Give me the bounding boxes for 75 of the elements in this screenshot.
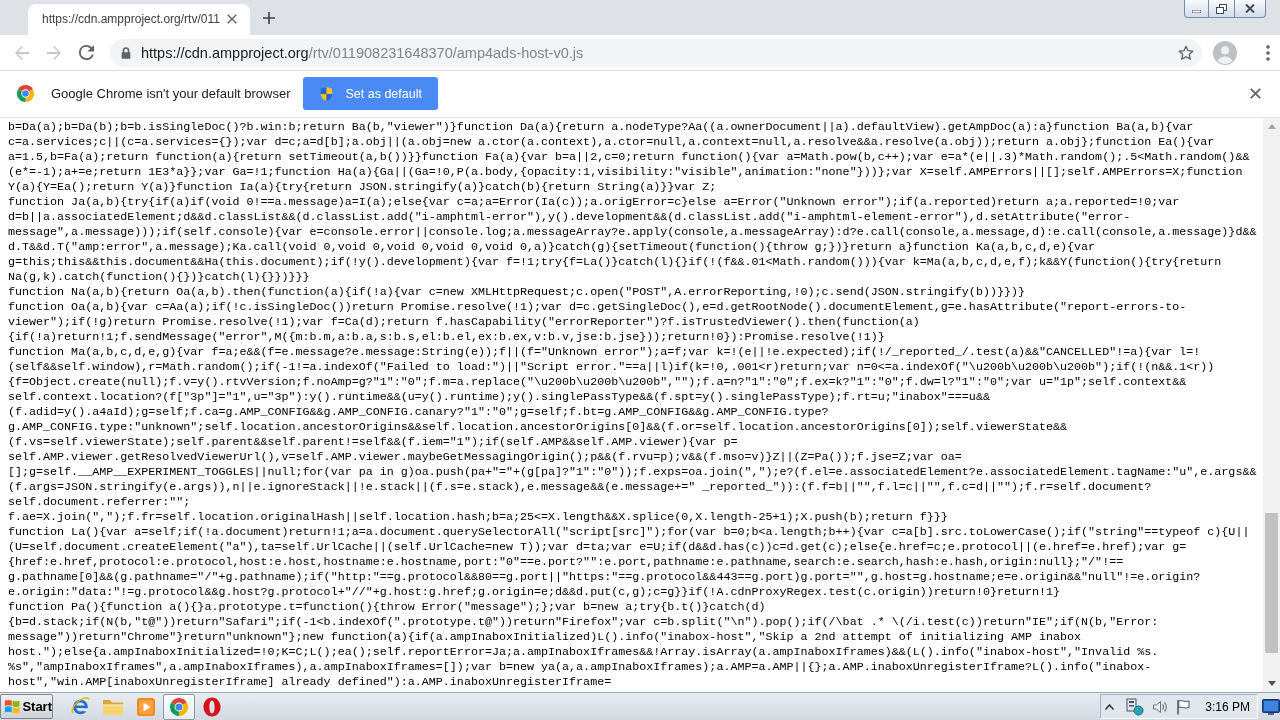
code-line: [];g=self.__AMP__EXPERIMENT_TOGGLES||null;for(var pa in g)oa.push(pa+"="+(g[pa]?"1":"0"));f.exps=oa.join(",");e?(f.el=e.associatedElement?e.associatedElement.tagName:"u",e.args&& <box>8 465 1257 480</box>
code-line: function Pa(){function a(){}a.prototype.t=function(){throw Error("message");};var b=new a;try{b.t()}catch(d) <box>8 600 766 615</box>
code-line: function La(){var a=self;if(!a.document)return!1;a=a.document.querySelectorAll("script[src]");for(var b=0;b<a.length;b++){var c=a[b].src.toLowerCase();if("string"==typeof c){U|| <box>8 525 1250 540</box>
code-line: Y(a){Y=Ea();return Y(a)}function Ia(a){try{return JSON.stringify(a)}catch(b){return String(a)}}var Z; <box>8 180 717 195</box>
infobar-message: Google Chrome isn't your default browser <box>51 86 291 101</box>
code-line: host.");else{a.ampInaboxInitialized=!0;K=C;L();ea();self.reportError=Ja;a.ampInaboxIframes&&!Array.isArray(a.ampInaboxIframes)&&(L().info("inabox-host","Invalid %s. <box>8 645 1159 660</box>
code-line: a=1.5,b=Fa(a);return function(a){return setTimeout(a,b())}}function Fa(a){var b=a||2,c=0;return function(){var a=Math.pow(b,c++);var e=a*(e||.3)*Math.random();.5<Math.random()&& <box>8 150 1250 165</box>
code-line: self.document.referrer:""; <box>8 495 191 510</box>
code-line: e.origin:"data:"!=g.protocol&&g.host?g.protocol+"//"+g.host:g.href;g.origin=e;d&&d.put(c,g);c=g}}if(!A.cdnProxyRegex.test(c.origin))return!0}return!1} <box>8 585 1061 600</box>
new-tab-plus-icon[interactable] <box>263 12 275 24</box>
code-line: self.context.location?(f["3p"]="1",u="3p"):y().runtime&&(u=y().runtime);y().singlePassType&&(f.spt=y().singlePassType);f.rt=u;"inabox"===u&& <box>8 390 990 405</box>
code-line: function Na(a,b){return Oa(a,b).then(function(a){if(!a){var c=new XMLHttpRequest;c.open("POST",A.errorReporting,!0);c.send(JSON.stringify(b))}})} <box>8 285 1025 300</box>
code-line: g.AMP_CONFIG.type:"unknown";self.location.ancestorOrigins&&self.location.ancestorOrigins[0]&&(f.or=self.location.ancestorOrigins[0]);self.viewerState&& <box>8 420 1068 435</box>
start-logo-icon <box>4 698 21 715</box>
clock-time[interactable]: 3:16 PM <box>1205 699 1250 714</box>
close-icon[interactable] <box>227 13 237 24</box>
code-line: {b=d.stack;if(N(b,"t@"))return"Safari";if(-1<b.indexOf(".prototype.t@"))return"Firefox";var c=b.split("\n").pop();if(/\bat .* \(/i.test(c))return"IE";if(N(b,"Error: <box>8 615 1159 630</box>
code-line: d=b||a.associatedElement;d&&d.classList&&(d.classList.add("i-amphtml-error"),y().development&&(d.classList.add("i-amphtml-element-error"),d.setAttribute("error- <box>8 210 1131 225</box>
code-line: %s","ampInaboxIframes",a.ampInaboxIframes),a.ampInaboxIframes=[]);var b=new ya(a,a.ampInaboxIframes);a.AMP=a.AMP||{};a.AMP.inaboxUnregisterIframe?L().info("inabox- <box>8 660 1152 675</box>
close-icon[interactable] <box>1250 88 1261 99</box>
caret-down-icon <box>1267 681 1276 686</box>
code-line: (self&&self.window),r=Math.random();if(-1!=a.indexOf("Failed to load:")||"Script error."==a||l)if(k=!0,.001<r)return;var n=0<=a.indexOf("\u200b\u200b\u200b");if(!(n&&.1<r)) <box>8 360 1215 375</box>
url-text: https://cdn.ampproject.org/rtv/011908231648370/amp4ads-host-v0.js <box>141 44 584 61</box>
caret-up-icon <box>1267 124 1276 129</box>
close-icon <box>1245 4 1255 13</box>
lock-icon[interactable] <box>121 46 131 59</box>
code-line: function Ja(a,b){try{if(a)if(void 0!==a.message)a=I(a);else{var c=a;a=Error(Ia(c));a.origError=c}else a=Error("Unknown error");if(a.reported)return a;a.reported=!0;var <box>8 195 1180 210</box>
browser-logo-icon <box>16 84 35 103</box>
code-line: (f.args=JSON.stringify(e.args)),n||e.ignoreStack||!e.stack||(f.s=e.stack),e.message&&(e.message+=" _reported_")):(f.f=b||"",f.l=c||"",f.c=d||"");f.r=self.document? <box>8 480 1152 495</box>
browser-logo-icon <box>169 696 189 717</box>
code-line: Na(g,k).catch(function(){})}catch(l){}})}}} <box>8 270 310 285</box>
flag-icon[interactable] <box>1175 698 1192 715</box>
code-line: message",a.message)));if(self.console){var e=console.error||console.log;a.messageArray?e.apply(console,a.messageArray):d?e.call(console,a.message,d):e.call(console,a.message)}d&& <box>8 225 1257 240</box>
back-arrow-icon <box>14 44 30 61</box>
code-line: {if(!a)return!1;f.sendMessage("error",M({m:b.m,a:b.a,s:b.s,el:b.el,ex:b.ex,v:b.v,jse:b.jse}));return!0}):Promise.resolve(!1)} <box>8 330 885 345</box>
code-line: host","win.AMP[inaboxUnregisterIframe] already defined"):a.AMP.inaboxUnregisterIframe= <box>8 675 612 690</box>
code-line: function Oa(a,b){var c=Aa(a);if(!c.isSingleDoc())return Promise.resolve(!1);var d=c.getSingleDoc(),e=d.getRootNode().documentElement,g=e.hasAttribute("report-errors-to- <box>8 300 1187 315</box>
start-button[interactable]: Start <box>0 694 53 719</box>
code-line: self.AMP.viewer.getResolvedViewerUrl(),v=self.AMP.viewer.maybeGetMessagingOrigin();p&&(f.rvu=p);v&&(f.mso=v)}Z||(Z=Pa());f.jse=Z;var oa= <box>8 450 962 465</box>
code-line: {href:e.href,protocol:e.protocol,host:e.host,hostname:e.hostname,port:"0"==e.port?"":e.port,pathname:e.pathname,search:e.search,hash:e.hash,origin:null};"/"!== <box>8 555 1124 570</box>
shield-icon <box>319 85 335 102</box>
code-line: b=Da(a);b=Da(b);b=b.isSingleDoc()?b.win:b;return Ba(b,"viewer")}function Da(a){return a.nodeType?Aa((a.ownerDocument||a).defaultView).getAmpDoc(a):a}function Ba(a,b){var <box>8 120 1194 135</box>
address-bar[interactable]: https://cdn.ampproject.org/rtv/011908231648370/amp4ads-host-v0.js <box>110 38 1202 67</box>
scroll-down-button[interactable] <box>1263 675 1280 692</box>
restore-button[interactable] <box>1209 0 1235 18</box>
speaker-icon[interactable] <box>1152 698 1169 715</box>
restore-icon <box>1216 3 1227 14</box>
code-line: g.pathname[0]&&(g.pathname="/"+g.pathname);if("http:"==g.protocol&&80==g.port||"https:"==g.protocol&&443==g.port)g.port="",g.host=g.hostname;e=e.origin&&"null"!=e.origin? <box>8 570 1201 585</box>
code-line: function Ma(a,b,c,d,e,g){var f=a;e&&(f=e.message?e.message:String(e));f||(f="Unknown error");a=f;var k=!(e||!e.expected);if(!/_reported_/.test(a)&&"CANCELLED"!=a){var l=! <box>8 345 1201 360</box>
window-close-button[interactable] <box>1235 0 1266 18</box>
media-player-icon <box>136 696 156 717</box>
ring-icon <box>203 696 221 717</box>
code-line: d.T&&d.T("amp:error",a.message);Ka.call(void 0,void 0,void 0,void 0,void 0,a)}catch(g){setTimeout(function(){throw g;})}return a}function Ka(a,b,c,d,e){var <box>8 240 1096 255</box>
code-line: g=this;this&&this.document&&Ha(this.document);if(!y().development){var f=!1;try{f=La()}catch(l){}if(!(f&&.01<Math.random())){var k=Ma(a,b,c,d,e,f);k&&Y(function(){try{return <box>8 255 1222 270</box>
computer-icon[interactable] <box>1125 697 1146 716</box>
code-line: message"))return"Chrome"}return"unknown"};new function(a){if(a.ampInaboxInitialized)L().info("inabox-host","Skip a 2nd attempt of initializing AMP inabox <box>8 630 1082 645</box>
forward-arrow-icon <box>46 44 62 61</box>
screen-icon[interactable] <box>1262 698 1280 715</box>
code-line: (f.vs=self.viewerState);self.parent&&self.parent!=self&&(f.iem="1");if(self.AMP&&self.AMP.viewer){var p= <box>8 435 738 450</box>
scrollbar-thumb[interactable] <box>1265 513 1278 653</box>
code-line: {f=Object.create(null);f.v=y().rtvVersion;f.noAmp=g?"1":"0";f.m=a.replace("\u200b\u200b\u200b","");f.a=n?"1":"0";f.ex=k?"1":"0";f.dw=l?"1":"0";var u="1p";self.context&& <box>8 375 1187 390</box>
caret-up-icon[interactable] <box>1105 703 1115 710</box>
menu-icon[interactable] <box>1266 44 1270 61</box>
code-line: (U=self.document.createElement("a"),ta=self.UrlCache||(self.UrlCache=new T));var d=ta;var e=U;if(d&&d.has(c))c=d.get(c);else{e.href=c;e.protocol||(e.href=e.href);var g= <box>8 540 1187 555</box>
minimize-icon <box>1192 10 1201 13</box>
code-line: (f.adid=y().a4aId);g=self;f.ca=g.AMP_CONFIG&&g.AMP_CONFIG.canary?"1":"0";g=self;f.bt=g.AMP_CONFIG&&g.AMP_CONFIG.type? <box>8 405 829 420</box>
code-line: (e*=-1);a+=e;return 1E3*a}};var Ga=!1;function Ha(a){Ga||(Ga=!0,P(a.body,{opacity:1,visibility:"visible",animation:"none"}))};var X=self.AMPErrors||[];self.AMPErrors=X;function <box>8 165 1243 180</box>
reload-icon <box>78 45 94 60</box>
code-line: c=a.services;c||(c=a.services={});var d=c;a=d[b];a.obj||(a.obj=new a.ctor(a.context),a.ctor=null,a.context=null,a.resolve&&a.resolve(a.obj));return a.obj};function Ea(){var <box>8 135 1215 150</box>
code-line: viewer");if(!g)return Promise.resolve(!1);var f=Ca(d);return f.hasCapability("errorReporter")?f.isTrustedViewer().then(function(a) <box>8 315 920 330</box>
browser-e-icon <box>69 696 91 717</box>
taskbar-app-button[interactable] <box>163 693 195 720</box>
star-icon[interactable] <box>1178 44 1194 61</box>
code-line: f.ae=X.join(",");f.fr=self.location.originalHash||self.location.hash;b=a;25<=X.length&&X.splice(0,X.length-25+1);X.push(b);return f}}} <box>8 510 948 525</box>
browser-tab[interactable]: https://cdn.ampproject.org/rtv/011 <box>28 4 250 35</box>
